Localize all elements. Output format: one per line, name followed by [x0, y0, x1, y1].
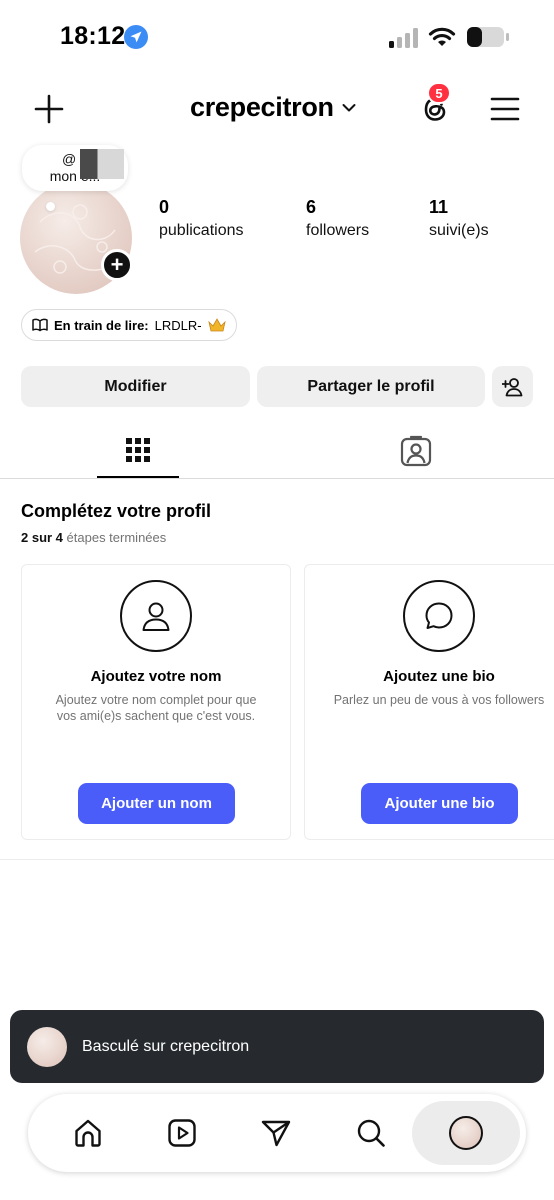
account-switcher[interactable]: crepecitron — [190, 92, 356, 123]
notification-badge: 5 — [427, 82, 451, 104]
complete-profile-progress: 2 sur 4 étapes terminées — [21, 530, 166, 545]
stat-publications[interactable]: 0 publications — [159, 197, 244, 240]
reading-status-pill[interactable]: En train de lire: LRDLR- — [21, 309, 237, 341]
card-description: Ajoutez votre nom complet pour que vos a… — [55, 693, 257, 723]
chevron-down-icon — [342, 103, 356, 111]
add-name-card: Ajoutez votre nom Ajoutez votre nom comp… — [21, 564, 291, 840]
stat-value: 6 — [306, 197, 317, 217]
add-name-button[interactable]: Ajouter un nom — [78, 783, 235, 824]
profile-note[interactable]: @ n mon e... — [22, 145, 128, 191]
complete-profile-title: Complétez votre profil — [21, 501, 212, 521]
nav-profile[interactable] — [412, 1101, 520, 1165]
location-arrow-icon — [124, 25, 148, 49]
reading-label: En train de lire: — [54, 317, 149, 333]
person-icon — [120, 580, 192, 652]
plus-icon[interactable] — [34, 94, 64, 124]
nav-search[interactable] — [353, 1115, 389, 1151]
toast-avatar — [27, 1026, 67, 1067]
cellular-signal-icon — [389, 28, 418, 48]
add-person-icon — [501, 377, 522, 396]
edit-profile-button[interactable]: Modifier — [21, 366, 250, 407]
search-icon — [357, 1119, 385, 1147]
stat-following[interactable]: 11 suivi(e)s — [429, 197, 489, 240]
redaction-block — [80, 149, 124, 179]
section-divider — [0, 859, 554, 860]
profile-avatar-icon — [449, 1116, 483, 1150]
progress-text: étapes terminées — [62, 530, 167, 545]
reading-value: LRDLR- — [154, 317, 202, 333]
nav-reels[interactable] — [164, 1115, 200, 1151]
share-profile-button[interactable]: Partager le profil — [257, 366, 485, 407]
note-bubble-tail — [46, 202, 55, 211]
username: crepecitron — [190, 92, 334, 122]
discover-people-button[interactable] — [492, 366, 533, 407]
bottom-navigation — [28, 1094, 526, 1172]
nav-home[interactable] — [70, 1115, 106, 1151]
progress-count: 2 sur 4 — [21, 530, 63, 545]
grid-tab-icon[interactable] — [118, 430, 158, 470]
tabs-divider — [0, 478, 554, 479]
reels-icon — [168, 1119, 196, 1147]
stat-label: suivi(e)s — [429, 222, 489, 239]
card-title: Ajoutez votre nom — [90, 668, 222, 685]
direct-icon — [261, 1120, 291, 1147]
stat-label: followers — [306, 222, 370, 239]
tagged-tab-icon[interactable] — [396, 430, 436, 470]
status-time: 18:12 — [60, 22, 126, 50]
battery-icon — [467, 27, 509, 47]
add-bio-card: Ajoutez une bio Parlez un peu de vous à … — [304, 564, 554, 840]
stat-label: publications — [159, 222, 244, 239]
crown-icon — [207, 318, 226, 332]
wifi-icon — [428, 27, 456, 46]
account-switch-toast: Basculé sur crepecitron — [10, 1010, 544, 1083]
stat-value: 0 — [159, 197, 170, 217]
stat-value: 11 — [429, 197, 449, 217]
profile-header: crepecitron 5 — [0, 82, 554, 138]
stat-followers[interactable]: 6 followers — [306, 197, 369, 240]
nav-direct[interactable] — [258, 1115, 294, 1151]
status-bar: 18:12 — [0, 0, 554, 74]
card-title: Ajoutez une bio — [383, 668, 495, 685]
book-icon — [32, 318, 48, 332]
add-bio-button[interactable]: Ajouter une bio — [361, 783, 518, 824]
add-story-button[interactable]: + — [101, 249, 133, 281]
speech-bubble-icon — [403, 580, 475, 652]
card-description: Parlez un peu de vous à vos followers — [333, 693, 545, 707]
home-icon — [75, 1119, 101, 1147]
menu-icon[interactable] — [490, 95, 520, 123]
toast-text: Basculé sur crepecitron — [82, 1037, 250, 1055]
